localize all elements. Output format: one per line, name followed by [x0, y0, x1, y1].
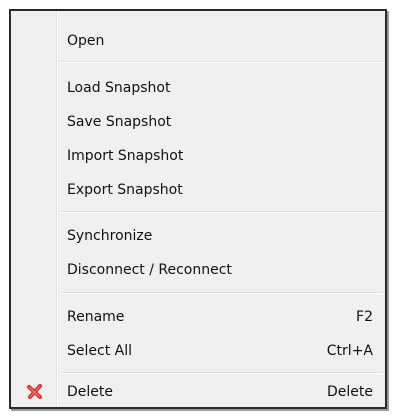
shortcut-label: Ctrl+A: [326, 342, 373, 359]
shortcut-label: F2: [356, 308, 373, 325]
menu-item-synchronize[interactable]: Synchronize: [11, 219, 385, 252]
menu-item-rename[interactable]: Rename F2: [11, 300, 385, 333]
menu-item-label: Import Snapshot: [67, 147, 184, 164]
menu-separator: [60, 61, 383, 63]
menu-item-label: Open: [67, 33, 105, 49]
menu-item-export-snapshot[interactable]: Export Snapshot: [11, 173, 385, 206]
menu-item-import-snapshot[interactable]: Import Snapshot: [11, 139, 385, 172]
menu-separator: [60, 372, 383, 374]
menu-item-delete[interactable]: Delete Delete: [11, 377, 385, 407]
menu-item-label: Delete: [67, 384, 113, 400]
menu-item-label: Synchronize: [67, 227, 153, 244]
menu-item-label: Select All: [67, 342, 132, 359]
menu-item-select-all[interactable]: Select All Ctrl+A: [11, 334, 385, 367]
menu-item-save-snapshot[interactable]: Save Snapshot: [11, 105, 385, 138]
menu-item-label: Rename: [67, 308, 125, 325]
menu-item-disconnect-reconnect[interactable]: Disconnect / Reconnect: [11, 253, 385, 286]
menu-item-label: Save Snapshot: [67, 113, 172, 130]
red-x-icon: [25, 382, 45, 402]
menu-separator: [60, 211, 383, 213]
context-menu: Open Load Snapshot Save Snapshot Import …: [9, 9, 387, 409]
menu-item-open[interactable]: Open: [11, 21, 385, 61]
menu-item-label: Load Snapshot: [67, 79, 171, 96]
menu-item-load-snapshot[interactable]: Load Snapshot: [11, 71, 385, 104]
menu-item-label: Disconnect / Reconnect: [67, 261, 232, 278]
menu-separator: [60, 292, 383, 294]
shortcut-label: Delete: [327, 384, 373, 400]
menu-item-label: Export Snapshot: [67, 181, 183, 198]
